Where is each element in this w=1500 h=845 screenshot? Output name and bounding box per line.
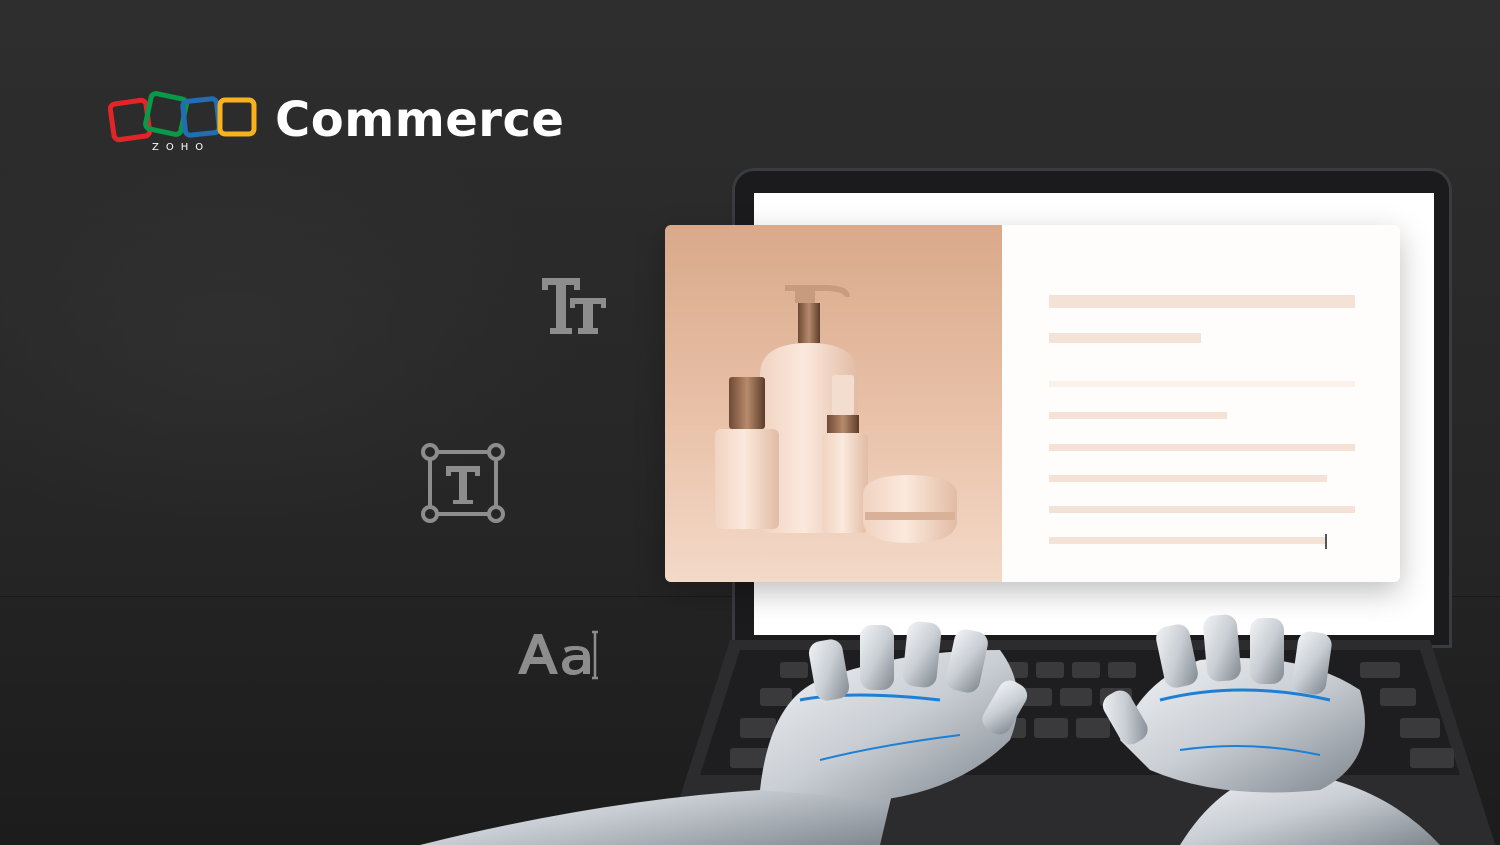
text-box-icon: [421, 443, 505, 523]
text-placeholder-line: [1049, 412, 1227, 419]
banner: ZOHO Commerce: [0, 0, 1500, 845]
text-placeholder-line: [1049, 475, 1327, 482]
zoho-commerce-logo: ZOHO Commerce: [108, 90, 564, 160]
text-placeholder-line: [1049, 506, 1355, 513]
font-cursor-icon: [518, 630, 598, 680]
text-placeholder-line: [1049, 537, 1325, 544]
text-size-icon: [542, 278, 606, 334]
laptop-keyboard: [664, 640, 1496, 845]
title-placeholder-line: [1049, 295, 1355, 308]
text-placeholder-line: [1049, 444, 1355, 451]
zoho-subbrand: ZOHO: [152, 142, 211, 153]
product-description-panel: [1002, 225, 1400, 582]
product-image: [665, 225, 1002, 582]
cosmetic-bottles-illustration: [715, 285, 957, 543]
text-placeholder-line: [1049, 381, 1355, 387]
product-card: [665, 225, 1400, 582]
text-cursor: [1325, 534, 1327, 549]
text-placeholder-line: [1049, 333, 1201, 343]
commerce-wordmark: Commerce: [275, 92, 565, 148]
